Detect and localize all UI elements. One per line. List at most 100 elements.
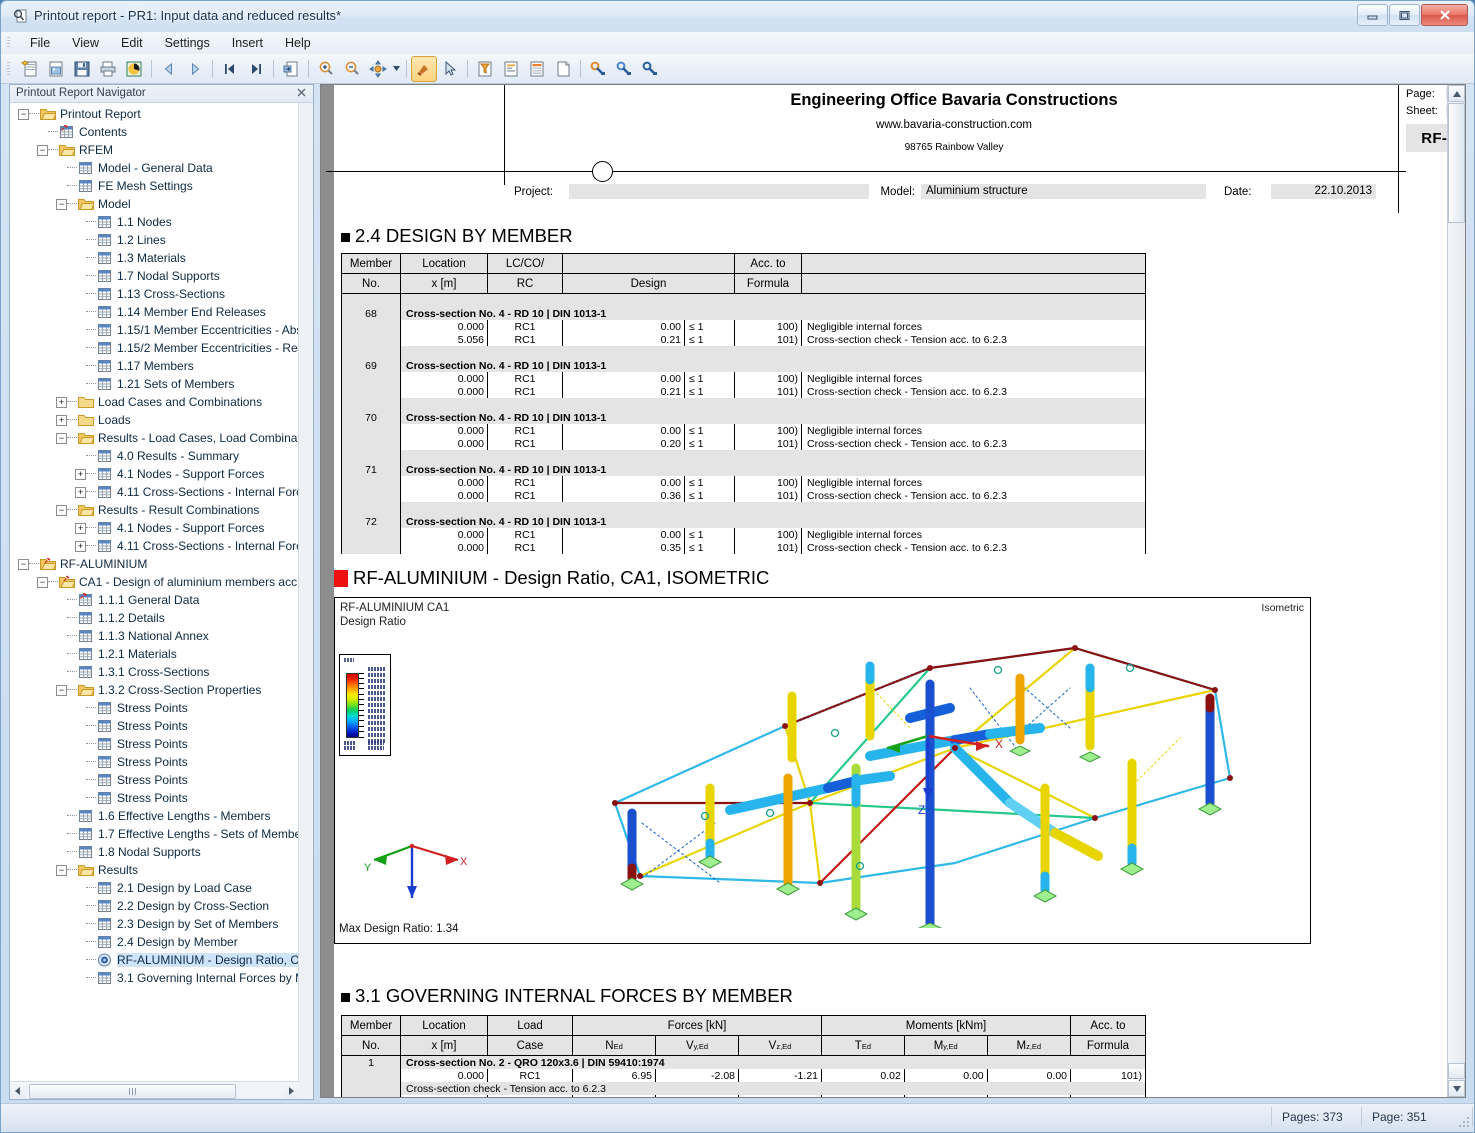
- close-icon[interactable]: [295, 86, 308, 99]
- design-ratio-graphic[interactable]: RF-ALUMINIUM CA1 Design Ratio Isometric: [334, 597, 1311, 944]
- expand-icon[interactable]: +: [75, 540, 86, 552]
- hscroll-thumb[interactable]: [29, 1084, 236, 1099]
- tree-item[interactable]: + Load Cases and Combinations: [10, 393, 299, 411]
- collapse-icon[interactable]: −: [37, 144, 48, 156]
- pan-view-icon[interactable]: [365, 56, 391, 82]
- tree-item[interactable]: 1.21 Sets of Members: [10, 375, 299, 393]
- tree-item[interactable]: − RFEM: [10, 141, 299, 159]
- menu-item-file[interactable]: File: [19, 34, 61, 52]
- tree-item[interactable]: 1.6 Effective Lengths - Members: [10, 807, 299, 825]
- tree-item[interactable]: − RF-ALUMINIUM: [10, 555, 299, 573]
- select-mode-icon[interactable]: [411, 55, 437, 82]
- tree-item[interactable]: 1.7 Nodal Supports: [10, 267, 299, 285]
- navigator-tree[interactable]: − Printout Report Contents − RFEM Model - Gen…: [10, 103, 299, 1081]
- hscroll-track[interactable]: [26, 1083, 283, 1099]
- tree-item[interactable]: 1.15/2 Member Eccentricities - Relativ: [10, 339, 299, 357]
- last-page-icon[interactable]: [243, 56, 269, 82]
- scroll-left-icon[interactable]: [10, 1083, 26, 1098]
- first-page-icon[interactable]: [217, 56, 243, 82]
- next-page-icon[interactable]: [182, 56, 208, 82]
- collapse-icon[interactable]: −: [18, 108, 29, 120]
- tree-item[interactable]: + Loads: [10, 411, 299, 429]
- structure-3d-view[interactable]: X Z: [570, 628, 1270, 928]
- tree-item[interactable]: 1.13 Cross-Sections: [10, 285, 299, 303]
- tree-item[interactable]: Stress Points: [10, 717, 299, 735]
- tree-item[interactable]: 1.7 Effective Lengths - Sets of Membe: [10, 825, 299, 843]
- tree-item[interactable]: 2.1 Design by Load Case: [10, 879, 299, 897]
- menu-item-edit[interactable]: Edit: [110, 34, 154, 52]
- save-report-icon[interactable]: [69, 56, 95, 82]
- tree-item[interactable]: 3.1 Governing Internal Forces by M: [10, 969, 299, 987]
- unlock-selection-icon[interactable]: [585, 56, 611, 82]
- tree-item[interactable]: Model - General Data: [10, 159, 299, 177]
- menu-item-view[interactable]: View: [61, 34, 110, 52]
- document-vertical-scrollbar[interactable]: [1447, 85, 1465, 1097]
- scroll-up-icon[interactable]: [1448, 85, 1465, 102]
- collapse-icon[interactable]: −: [18, 558, 29, 570]
- menu-item-help[interactable]: Help: [274, 34, 322, 52]
- tree-item[interactable]: − Results - Load Cases, Load Combinations: [10, 429, 299, 447]
- menu-item-insert[interactable]: Insert: [221, 34, 274, 52]
- expand-icon[interactable]: +: [75, 522, 86, 534]
- tree-item[interactable]: − Model: [10, 195, 299, 213]
- blank-page-icon[interactable]: [550, 56, 576, 82]
- collapse-icon[interactable]: −: [56, 684, 67, 696]
- tree-item[interactable]: 1.3.1 Cross-Sections: [10, 663, 299, 681]
- tree-item[interactable]: − Results - Result Combinations: [10, 501, 299, 519]
- previous-page-icon[interactable]: [156, 56, 182, 82]
- menu-item-settings[interactable]: Settings: [154, 34, 221, 52]
- report-properties-icon[interactable]: [498, 56, 524, 82]
- page-setup-icon[interactable]: [278, 56, 304, 82]
- menu-grip[interactable]: [7, 37, 10, 49]
- collapse-icon[interactable]: −: [56, 198, 67, 210]
- minimize-button[interactable]: [1357, 4, 1388, 26]
- tree-item[interactable]: 4.0 Results - Summary: [10, 447, 299, 465]
- tree-item[interactable]: 2.4 Design by Member: [10, 933, 299, 951]
- tree-item[interactable]: Stress Points: [10, 771, 299, 789]
- resize-grip[interactable]: [1458, 1117, 1470, 1129]
- tree-item[interactable]: 1.14 Member End Releases: [10, 303, 299, 321]
- navigator-horizontal-scrollbar[interactable]: [10, 1081, 299, 1099]
- lock-all-icon[interactable]: [637, 56, 663, 82]
- tree-item[interactable]: RF-ALUMINIUM - Design Ratio, C: [10, 951, 299, 969]
- tree-item[interactable]: − CA1 - Design of aluminium members acc: [10, 573, 299, 591]
- tree-item[interactable]: +4.1 Nodes - Support Forces: [10, 465, 299, 483]
- tree-item[interactable]: − 1.3.2 Cross-Section Properties: [10, 681, 299, 699]
- zoom-in-icon[interactable]: [313, 56, 339, 82]
- collapse-icon[interactable]: −: [37, 576, 48, 588]
- close-button[interactable]: [1421, 4, 1468, 26]
- scroll-right-icon[interactable]: [283, 1083, 299, 1098]
- tree-item[interactable]: 1.15/1 Member Eccentricities - Absolu: [10, 321, 299, 339]
- collapse-icon[interactable]: −: [56, 432, 67, 444]
- navigator-vertical-scrollbar[interactable]: [298, 103, 313, 1099]
- tree-item[interactable]: 1.3 Materials: [10, 249, 299, 267]
- tree-item[interactable]: 1.1.3 National Annex: [10, 627, 299, 645]
- expand-icon[interactable]: +: [56, 414, 67, 426]
- tree-item[interactable]: Contents: [10, 123, 299, 141]
- toolbar-grip[interactable]: [7, 62, 10, 76]
- zoom-out-icon[interactable]: [339, 56, 365, 82]
- tree-item[interactable]: Stress Points: [10, 789, 299, 807]
- lock-partial-icon[interactable]: [611, 56, 637, 82]
- tree-item[interactable]: +4.11 Cross-Sections - Internal Forces: [10, 537, 299, 555]
- collapse-icon[interactable]: −: [56, 504, 67, 516]
- tree-item[interactable]: +4.11 Cross-Sections - Internal Forces: [10, 483, 299, 501]
- tree-item[interactable]: 1.1.2 Details: [10, 609, 299, 627]
- print-icon[interactable]: [95, 56, 121, 82]
- tree-item[interactable]: − Printout Report: [10, 105, 299, 123]
- tree-item[interactable]: 1.17 Members: [10, 357, 299, 375]
- expand-icon[interactable]: +: [75, 468, 86, 480]
- tree-item[interactable]: Stress Points: [10, 735, 299, 753]
- tree-item[interactable]: 1.2.1 Materials: [10, 645, 299, 663]
- tree-item[interactable]: FE Mesh Settings: [10, 177, 299, 195]
- tree-item[interactable]: Stress Points: [10, 753, 299, 771]
- tree-item[interactable]: Stress Points: [10, 699, 299, 717]
- document-viewport[interactable]: Engineering Office Bavaria Constructions…: [320, 84, 1466, 1098]
- expand-icon[interactable]: +: [56, 396, 67, 408]
- tree-item[interactable]: +4.1 Nodes - Support Forces: [10, 519, 299, 537]
- open-report-icon[interactable]: [43, 56, 69, 82]
- doc-scroll-thumb[interactable]: [1448, 103, 1465, 223]
- filter-icon[interactable]: [472, 56, 498, 82]
- tree-item[interactable]: 2.3 Design by Set of Members: [10, 915, 299, 933]
- tree-item[interactable]: 1.2 Lines: [10, 231, 299, 249]
